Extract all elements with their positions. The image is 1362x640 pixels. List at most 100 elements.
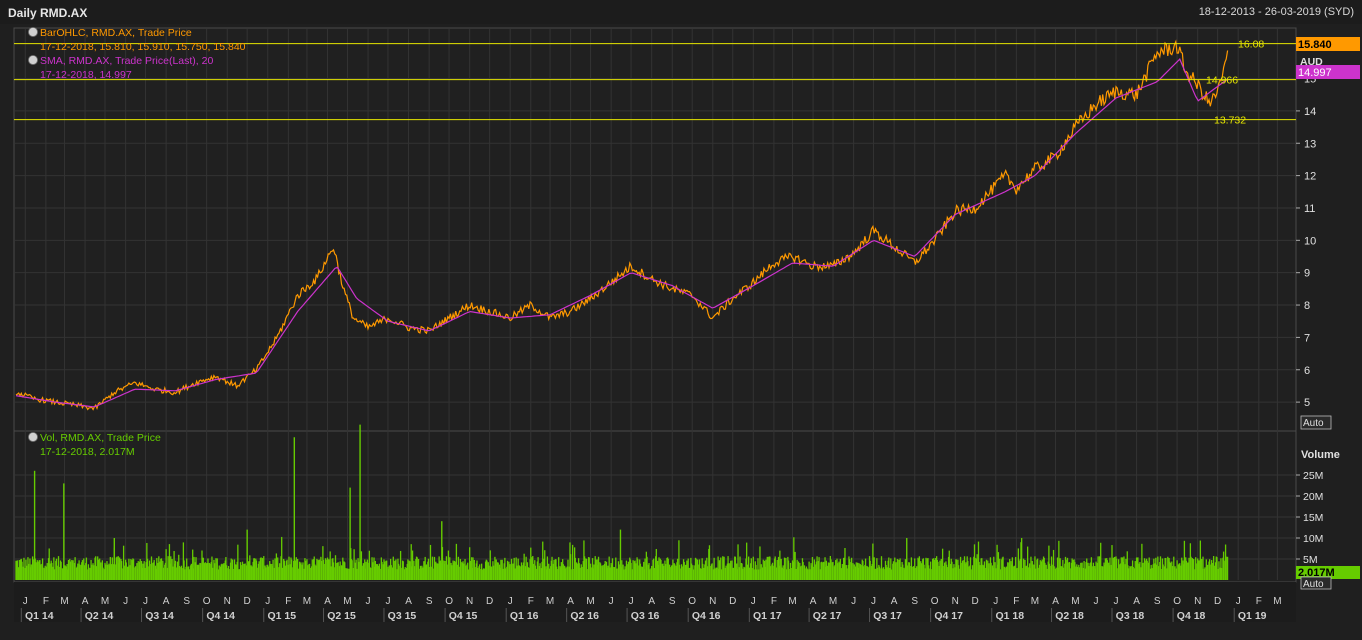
month-tick-label: J [871, 596, 876, 607]
month-tick-label: S [183, 596, 190, 607]
volume-axis-title: Volume [1301, 449, 1340, 461]
month-tick-label: F [771, 596, 777, 607]
quarter-tick-label: Q1 15 [267, 610, 296, 622]
last-price-value: 15.840 [1298, 39, 1332, 51]
volume-tick-label: 25M [1303, 470, 1323, 482]
price-tick-label: 14 [1304, 106, 1316, 118]
month-tick-label: J [1113, 596, 1118, 607]
month-tick-label: A [82, 596, 89, 607]
month-tick-label: J [1236, 596, 1241, 607]
month-tick-label: N [709, 596, 716, 607]
price-tick-label: 12 [1304, 171, 1316, 183]
quarter-tick-label: Q3 15 [388, 610, 417, 622]
month-tick-label: N [466, 596, 473, 607]
quarter-tick-label: Q4 16 [692, 610, 721, 622]
chart-header: Daily RMD.AX 18-12-2013 - 26-03-2019 (SY… [0, 0, 1362, 24]
month-tick-label: F [285, 596, 291, 607]
month-tick-label: S [669, 596, 676, 607]
month-tick-label: D [729, 596, 736, 607]
quarter-tick-label: Q1 16 [510, 610, 539, 622]
month-tick-label: J [993, 596, 998, 607]
price-auto-label: Auto [1303, 418, 1324, 429]
month-tick-label: M [101, 596, 109, 607]
clock-icon[interactable] [28, 432, 38, 442]
price-axis: 56789101112131415 [1296, 74, 1316, 409]
last-sma-value: 14.997 [1298, 67, 1332, 79]
month-tick-label: J [23, 596, 28, 607]
month-tick-label: D [486, 596, 493, 607]
month-tick-label: D [972, 596, 979, 607]
month-tick-label: N [952, 596, 959, 607]
month-tick-label: F [528, 596, 534, 607]
month-tick-label: M [1273, 596, 1281, 607]
quarter-tick-label: Q2 17 [813, 610, 842, 622]
month-tick-label: S [426, 596, 433, 607]
month-tick-label: D [1214, 596, 1221, 607]
horizontal-line-label: 16.08 [1238, 39, 1264, 51]
quarter-tick-label: Q3 14 [145, 610, 174, 622]
month-tick-label: J [385, 596, 390, 607]
clock-icon[interactable] [28, 27, 38, 37]
month-tick-label: M [303, 596, 311, 607]
month-tick-label: A [648, 596, 655, 607]
month-tick-label: J [123, 596, 128, 607]
month-tick-label: O [931, 596, 939, 607]
month-tick-label: J [1094, 596, 1099, 607]
vol-legend-label: Vol, RMD.AX, Trade Price [40, 432, 161, 444]
quarter-tick-label: Q4 14 [206, 610, 235, 622]
quarter-tick-label: Q1 14 [25, 610, 54, 622]
month-tick-label: J [265, 596, 270, 607]
price-tick-label: 11 [1304, 203, 1315, 215]
month-tick-label: J [143, 596, 148, 607]
quarter-tick-label: Q1 18 [995, 610, 1024, 622]
quarter-tick-label: Q4 15 [449, 610, 478, 622]
month-tick-label: F [43, 596, 49, 607]
clock-icon[interactable] [28, 55, 38, 65]
quarter-tick-label: Q2 18 [1055, 610, 1084, 622]
volume-tick-label: 20M [1303, 491, 1323, 503]
price-tick-label: 7 [1304, 332, 1310, 344]
month-tick-label: A [324, 596, 331, 607]
price-tick-label: 8 [1304, 300, 1310, 312]
month-tick-label: A [405, 596, 412, 607]
month-tick-label: M [586, 596, 594, 607]
ohlc-legend-values: 17-12-2018, 15.810, 15.910, 15.750, 15.8… [40, 41, 246, 53]
price-tick-label: 10 [1304, 235, 1316, 247]
quarter-tick-label: Q3 18 [1116, 610, 1145, 622]
chart-window: Daily RMD.AX 18-12-2013 - 26-03-2019 (SY… [0, 0, 1362, 640]
month-tick-label: F [1256, 596, 1262, 607]
month-tick-label: M [343, 596, 351, 607]
month-tick-label: N [224, 596, 231, 607]
month-tick-label: N [1194, 596, 1201, 607]
quarter-tick-label: Q3 16 [631, 610, 660, 622]
month-tick-label: M [829, 596, 837, 607]
month-tick-label: J [508, 596, 513, 607]
month-tick-label: A [891, 596, 898, 607]
horizontal-line-label: 13.732 [1214, 115, 1246, 127]
month-tick-label: M [1071, 596, 1079, 607]
month-tick-label: J [366, 596, 371, 607]
price-tick-label: 9 [1304, 268, 1310, 280]
sma-legend-values: 17-12-2018, 14.997 [40, 69, 132, 81]
month-tick-label: J [609, 596, 614, 607]
chart-title: Daily RMD.AX [8, 6, 88, 20]
quarter-tick-label: Q2 14 [85, 610, 114, 622]
month-tick-label: A [1133, 596, 1140, 607]
quarter-tick-label: Q1 17 [753, 610, 782, 622]
volume-tick-label: 5M [1303, 554, 1318, 566]
price-tick-label: 13 [1304, 138, 1316, 150]
month-tick-label: S [1154, 596, 1161, 607]
volume-tick-label: 10M [1303, 533, 1323, 545]
month-tick-label: O [445, 596, 453, 607]
sma-legend-label: SMA, RMD.AX, Trade Price(Last), 20 [40, 55, 213, 67]
vol-legend-values: 17-12-2018, 2.017M [40, 446, 135, 458]
volume-axis: 5M 10M 15M 20M 25M [1296, 470, 1323, 566]
month-tick-label: M [546, 596, 554, 607]
price-tick-label: 5 [1304, 397, 1310, 409]
quarter-tick-label: Q2 16 [570, 610, 599, 622]
month-tick-label: A [810, 596, 817, 607]
month-tick-label: J [751, 596, 756, 607]
horizontal-line-label: 14.966 [1206, 75, 1238, 87]
month-tick-label: S [911, 596, 918, 607]
quarter-tick-label: Q1 19 [1238, 610, 1267, 622]
